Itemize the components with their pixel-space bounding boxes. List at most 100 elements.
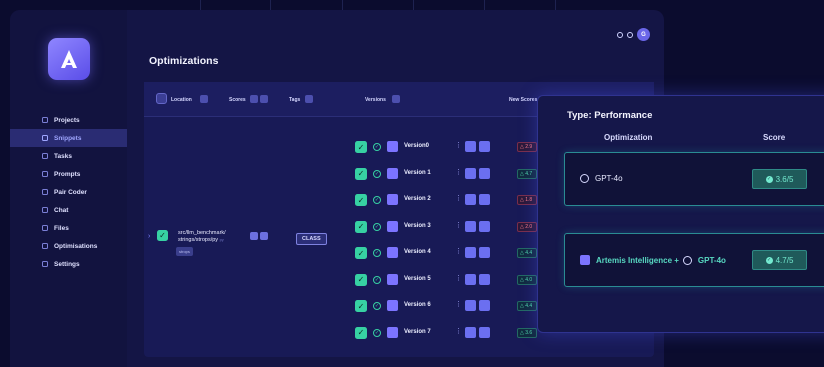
sidebar-item-tasks[interactable]: Tasks (10, 147, 127, 165)
score-icon[interactable] (250, 232, 258, 240)
check-circle-icon: ✓ (373, 275, 381, 284)
version-icon (387, 194, 398, 205)
sidebar-item-label: Tasks (54, 152, 72, 160)
version-icon (387, 167, 398, 179)
check-circle-icon: ✓ (373, 249, 381, 257)
version-checkbox[interactable]: ✓ (355, 273, 367, 286)
version-label: Version 3 (404, 222, 431, 229)
run-icon[interactable] (479, 141, 490, 152)
search-icon (42, 153, 48, 159)
version-checkbox[interactable]: ✓ (355, 167, 367, 180)
more-icon[interactable]: ⋮ (455, 168, 462, 176)
row-checkbox[interactable]: ✓ (157, 230, 168, 241)
score-value: 4.0 (525, 276, 533, 283)
score-badge: △ 4.4 (517, 301, 537, 311)
optimizer-name: Artemis Intelligence + (596, 255, 679, 265)
score-value: 2.9 (525, 144, 533, 150)
more-icon[interactable]: ⋮ (455, 247, 462, 255)
run-icon[interactable] (479, 326, 490, 338)
score-badge: △ 1.8 (517, 195, 537, 205)
settings-icon[interactable] (627, 31, 633, 38)
select-all-checkbox[interactable] (156, 93, 167, 104)
copy-icon[interactable] (465, 220, 476, 232)
copy-icon[interactable] (465, 300, 476, 311)
filter-icon[interactable] (260, 95, 268, 103)
score-pill: ✓ 4.7/5 (752, 250, 807, 270)
filter-icon[interactable] (200, 95, 208, 103)
sidebar-item-pair-coder[interactable]: Pair Coder (10, 183, 127, 201)
version-checkbox[interactable]: ✓ (355, 220, 367, 233)
version-checkbox[interactable]: ✓ (355, 326, 367, 339)
sidebar-item-label: Pair Coder (54, 188, 87, 196)
column-score: Score (763, 133, 786, 142)
optimization-card[interactable]: GPT-4o ✓ 3.6/5 (564, 152, 824, 206)
sidebar-item-chat[interactable]: Chat (10, 201, 127, 219)
filter-icon[interactable] (305, 95, 313, 103)
copy-icon[interactable] (465, 194, 476, 205)
snippet-icon (42, 135, 48, 141)
more-icon[interactable]: ⋮ (455, 141, 462, 149)
score-pill: ✓ 3.6/5 (752, 169, 807, 189)
notification-icon[interactable] (617, 31, 623, 38)
version-checkbox[interactable]: ✓ (355, 247, 367, 259)
file-path: src/llm_benchmark/ strings/strops/py py (178, 230, 246, 243)
more-icon[interactable]: ⋮ (455, 221, 462, 229)
language-label: py (219, 236, 224, 242)
sidebar-item-snippets[interactable]: Snippets (10, 129, 127, 147)
more-icon[interactable]: ⋮ (455, 194, 462, 202)
optimization-label: Artemis Intelligence + GPT-4o (580, 255, 726, 265)
copy-icon[interactable] (465, 326, 476, 338)
version-label: Version 4 (404, 249, 431, 255)
score-value: 4.7/5 (775, 255, 794, 265)
check-circle-icon: ✓ (373, 302, 381, 310)
check-circle-icon: ✓ (373, 143, 381, 151)
run-icon[interactable] (479, 300, 490, 311)
panel-title: Type: Performance (567, 110, 653, 121)
sort-icon[interactable] (250, 95, 258, 103)
run-icon[interactable] (479, 220, 490, 232)
copy-icon[interactable] (465, 273, 476, 285)
sidebar-item-files[interactable]: Files (10, 219, 127, 237)
copy-icon[interactable] (465, 141, 476, 152)
column-scores: Scores (229, 97, 246, 103)
version-label: Version 6 (404, 302, 431, 308)
filter-icon[interactable] (392, 95, 400, 103)
avatar[interactable]: G (637, 28, 650, 41)
check-circle-icon: ✓ (373, 222, 381, 231)
score-icon[interactable] (260, 232, 268, 240)
version-checkbox[interactable]: ✓ (355, 300, 367, 312)
column-versions: Versions (365, 97, 386, 103)
run-icon[interactable] (479, 194, 490, 205)
check-circle-icon: ✓ (373, 196, 381, 204)
run-icon[interactable] (479, 273, 490, 285)
sidebar-item-projects[interactable]: Projects (10, 111, 127, 129)
column-tags: Tags (289, 97, 301, 103)
optimization-card[interactable]: Artemis Intelligence + GPT-4o ✓ 4.7/5 (564, 233, 824, 287)
version-checkbox[interactable]: ✓ (355, 194, 367, 206)
version-checkbox[interactable]: ✓ (355, 141, 367, 153)
more-icon[interactable]: ⋮ (455, 327, 462, 335)
top-right-toolbar: G (617, 28, 650, 41)
column-location: Location (171, 97, 192, 103)
check-circle-icon: ✓ (373, 328, 381, 337)
run-icon[interactable] (479, 247, 490, 258)
app-logo[interactable] (48, 38, 90, 80)
version-label: Version 1 (404, 169, 431, 176)
sidebar-item-label: Settings (54, 260, 80, 268)
sidebar-item-prompts[interactable]: Prompts (10, 165, 127, 183)
sidebar-item-settings[interactable]: Settings (10, 255, 127, 273)
sidebar-item-optimisations[interactable]: Optimisations (10, 237, 127, 255)
chevron-right-icon[interactable]: › (148, 233, 150, 240)
copy-icon[interactable] (465, 247, 476, 258)
class-chip[interactable]: CLASS (296, 233, 327, 245)
more-icon[interactable]: ⋮ (455, 300, 462, 308)
score-badge: △ 4.0 (517, 274, 537, 285)
more-icon[interactable]: ⋮ (455, 274, 462, 282)
version-label: Version0 (404, 143, 430, 149)
run-icon[interactable] (479, 167, 490, 179)
copy-icon[interactable] (465, 167, 476, 179)
tag-chip[interactable]: strops (176, 247, 193, 256)
check-circle-icon: ✓ (765, 256, 773, 264)
sidebar-item-label: Projects (54, 116, 80, 124)
optimization-label: GPT-4o (580, 174, 623, 183)
